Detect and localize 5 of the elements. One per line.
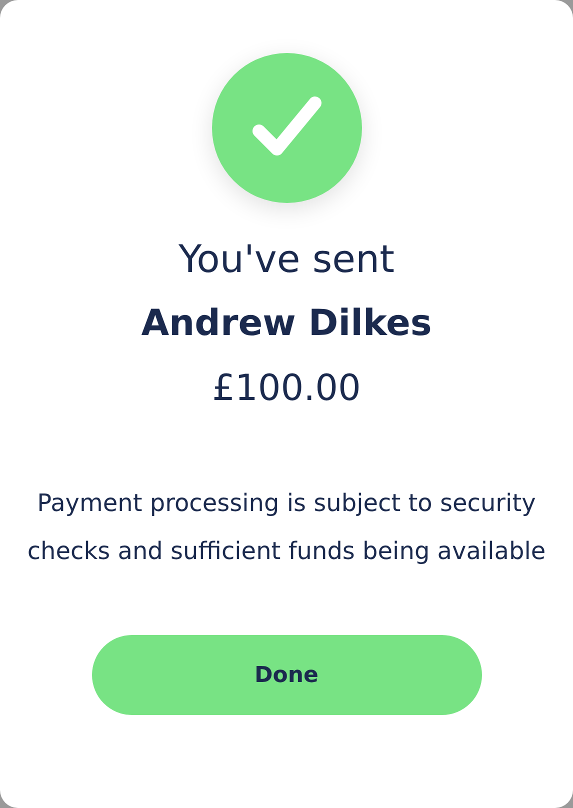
- payment-note: Payment processing is subject to security checks and sufficient funds being available: [26, 488, 546, 567]
- heading: You've sent: [178, 236, 395, 283]
- done-button[interactable]: Done: [92, 635, 482, 715]
- amount: £100.00: [212, 367, 361, 411]
- recipient-name: Andrew Dilkes: [141, 302, 432, 346]
